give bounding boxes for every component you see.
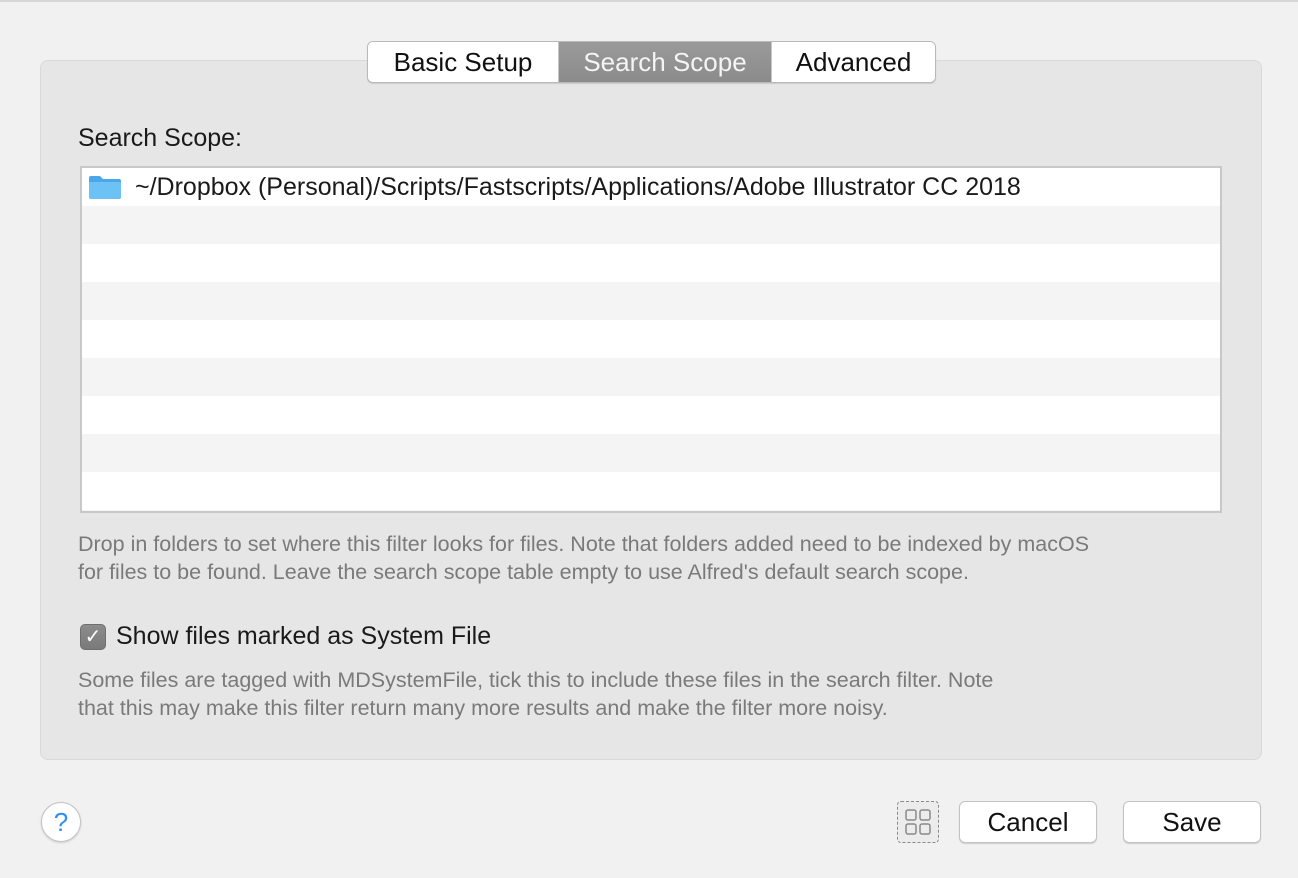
search-scope-help-line-1: Drop in folders to set where this filter… [78, 532, 1090, 556]
table-row [82, 282, 1220, 320]
tab-bar: Basic Setup Search Scope Advanced [367, 41, 936, 83]
help-button[interactable]: ? [41, 802, 81, 842]
cancel-button[interactable]: Cancel [959, 801, 1097, 843]
system-file-option[interactable]: ✓ Show files marked as System File [80, 622, 491, 651]
scope-path-text: ~/Dropbox (Personal)/Scripts/Fastscripts… [135, 172, 1021, 201]
table-row [82, 244, 1220, 282]
system-file-label[interactable]: Show files marked as System File [116, 622, 491, 651]
system-file-help-line-1: Some files are tagged with MDSystemFile,… [78, 668, 994, 692]
search-scope-label: Search Scope: [78, 124, 242, 152]
table-row [82, 320, 1220, 358]
system-file-checkbox[interactable]: ✓ [80, 623, 106, 650]
grid-icon [898, 807, 938, 837]
search-scope-help: Drop in folders to set where this filter… [78, 530, 1218, 586]
table-row [82, 358, 1220, 396]
dialog-window: Basic Setup Search Scope Advanced Search… [0, 0, 1298, 878]
table-row [82, 472, 1220, 510]
tab-basic-setup[interactable]: Basic Setup [368, 42, 558, 82]
tab-search-scope[interactable]: Search Scope [558, 42, 771, 82]
table-row [82, 396, 1220, 434]
search-scope-help-line-2: for files to be found. Leave the search … [78, 560, 969, 584]
system-file-help: Some files are tagged with MDSystemFile,… [78, 666, 1218, 722]
search-scope-table[interactable]: ~/Dropbox (Personal)/Scripts/Fastscripts… [80, 166, 1222, 513]
grid-button[interactable] [897, 801, 939, 843]
table-row [82, 510, 1220, 511]
table-row [82, 434, 1220, 472]
save-button[interactable]: Save [1123, 801, 1261, 843]
folder-icon [88, 174, 122, 200]
tab-advanced[interactable]: Advanced [771, 42, 935, 82]
system-file-help-line-2: that this may make this filter return ma… [78, 696, 888, 720]
table-row [82, 206, 1220, 244]
table-row[interactable]: ~/Dropbox (Personal)/Scripts/Fastscripts… [82, 168, 1220, 206]
